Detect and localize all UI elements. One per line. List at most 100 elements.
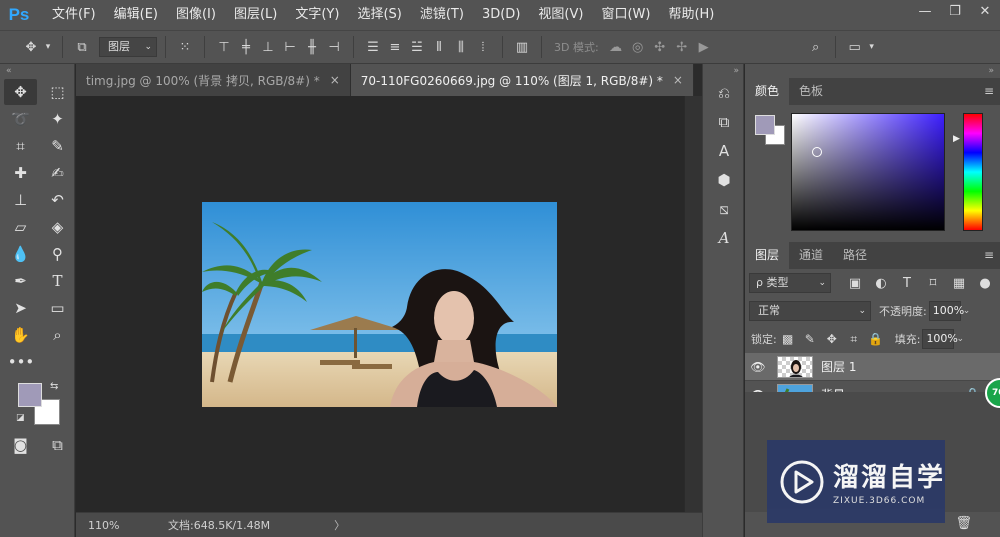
history-brush-tool-icon[interactable]: ↶ <box>41 187 74 213</box>
crop-tool-icon[interactable]: ⌗ <box>4 133 37 159</box>
collapse-right-panels-icon[interactable]: » <box>745 64 1000 78</box>
menu-layer[interactable]: 图层(L) <box>225 0 286 30</box>
lock-position-icon[interactable]: ✥ <box>821 329 843 349</box>
3d-roll-icon[interactable]: ◎ <box>627 36 649 58</box>
menu-select[interactable]: 选择(S) <box>348 0 410 30</box>
menu-edit[interactable]: 编辑(E) <box>105 0 167 30</box>
transform-controls-icon[interactable]: ⁙ <box>174 36 196 58</box>
menu-3d[interactable]: 3D(D) <box>473 0 529 30</box>
quick-mask-icon[interactable]: ◙ <box>4 432 37 458</box>
search-icon[interactable]: ⌕ <box>805 36 827 58</box>
kind-filter-dropdown[interactable]: ρ 类型 ⌄ <box>749 273 831 293</box>
restore-button[interactable]: ❐ <box>940 0 970 22</box>
lock-pixels-icon[interactable]: ✎ <box>799 329 821 349</box>
filter-smart-object-icon[interactable]: ▦ <box>947 273 971 293</box>
3d-camera-icon[interactable]: ▶ <box>693 36 715 58</box>
align-left-icon[interactable]: ⊢ <box>279 36 301 58</box>
marquee-tool-icon[interactable]: ⬚ <box>41 79 74 105</box>
distribute-left-icon[interactable]: ⦀ <box>428 36 450 58</box>
lock-all-icon[interactable]: 🔒 <box>865 329 887 349</box>
lock-artboard-icon[interactable]: ⌗ <box>843 329 865 349</box>
menu-image[interactable]: 图像(I) <box>167 0 225 30</box>
hand-tool-icon[interactable]: ✋ <box>4 322 37 348</box>
pen-tool-icon[interactable]: ✒ <box>4 268 37 294</box>
distribute-hcenter-icon[interactable]: ⫼ <box>450 36 472 58</box>
tab-layers[interactable]: 图层 <box>745 242 790 269</box>
trash-icon[interactable]: 🗑 <box>955 516 972 531</box>
healing-brush-tool-icon[interactable]: ✚ <box>4 160 37 186</box>
layer-row-layer-1[interactable]: 👁 图层 1 <box>745 353 1000 381</box>
foreground-color-swatch[interactable] <box>18 383 42 407</box>
blend-mode-dropdown[interactable]: 正常 ⌄ <box>749 301 871 321</box>
color-picker-marker[interactable] <box>812 147 822 157</box>
paint-bucket-tool-icon[interactable]: ◈ <box>41 214 74 240</box>
3d-slide-icon[interactable]: ✢ <box>671 36 693 58</box>
workspace-icon[interactable]: ▭ <box>844 36 866 58</box>
close-icon[interactable]: × <box>673 73 683 87</box>
move-tool-icon[interactable]: ✥ <box>4 78 37 105</box>
move-tool-icon[interactable]: ✥ <box>20 36 42 58</box>
paths-panel-icon[interactable]: ⧅ <box>703 194 745 223</box>
default-colors-icon[interactable]: ◪ <box>16 413 25 423</box>
filter-adjustment-icon[interactable]: ◐ <box>869 273 893 293</box>
distribute-top-icon[interactable]: ☰ <box>362 36 384 58</box>
swap-colors-icon[interactable]: ⇆ <box>50 381 58 392</box>
collapse-panel-icon[interactable]: « <box>0 64 74 78</box>
filter-type-icon[interactable]: T <box>895 273 919 293</box>
eyedropper-tool-icon[interactable]: ✎ <box>41 133 74 159</box>
close-icon[interactable]: × <box>330 73 340 87</box>
hue-slider[interactable] <box>963 113 983 231</box>
auto-select-target-dropdown[interactable]: 图层 ⌄ <box>99 37 157 57</box>
auto-align-icon[interactable]: ▥ <box>511 36 533 58</box>
filter-pixel-icon[interactable]: ▣ <box>843 273 867 293</box>
character-panel-icon[interactable]: A <box>703 136 745 165</box>
canvas-area[interactable] <box>76 96 684 512</box>
close-button[interactable]: ✕ <box>970 0 1000 22</box>
menu-help[interactable]: 帮助(H) <box>659 0 723 30</box>
collapse-dock-icon[interactable]: » <box>703 64 743 78</box>
fill-arrow-icon[interactable]: ⌄ <box>956 334 964 344</box>
magic-wand-tool-icon[interactable]: ✦ <box>41 106 74 132</box>
distribute-right-icon[interactable]: ⦙ <box>472 36 494 58</box>
filter-toggle-icon[interactable]: ● <box>973 273 997 293</box>
zoom-level[interactable]: 110% <box>76 519 140 532</box>
clone-stamp-tool-icon[interactable]: ⊥ <box>4 187 37 213</box>
menu-file[interactable]: 文件(F) <box>43 0 105 30</box>
status-menu-arrow-icon[interactable]: 〉 <box>334 517 345 533</box>
distribute-bottom-icon[interactable]: ☱ <box>406 36 428 58</box>
panel-menu-icon[interactable]: ≡ <box>984 84 994 98</box>
3d-pan-icon[interactable]: ✣ <box>649 36 671 58</box>
foreground-color-swatch[interactable] <box>755 115 775 135</box>
menu-type[interactable]: 文字(Y) <box>286 0 348 30</box>
minimize-button[interactable]: — <box>910 0 940 22</box>
lasso-tool-icon[interactable]: ➰ <box>4 106 37 132</box>
tool-preset-chevron-icon[interactable]: ▾ <box>42 36 54 58</box>
tab-channels[interactable]: 通道 <box>789 242 833 269</box>
path-selection-tool-icon[interactable]: ➤ <box>4 295 37 321</box>
eye-icon[interactable]: 👁 <box>745 360 771 374</box>
glyphs-panel-icon[interactable]: A <box>703 223 745 252</box>
tab-color[interactable]: 颜色 <box>745 78 790 105</box>
distribute-vcenter-icon[interactable]: ≡ <box>384 36 406 58</box>
zoom-tool-icon[interactable]: ⌕ <box>41 322 74 348</box>
filter-shape-icon[interactable]: ⌑ <box>921 273 945 293</box>
opacity-arrow-icon[interactable]: ⌄ <box>963 306 971 316</box>
3d-panel-icon[interactable]: ⬢ <box>703 165 745 194</box>
menu-filter[interactable]: 滤镜(T) <box>411 0 473 30</box>
opacity-input[interactable]: 100% <box>928 301 964 321</box>
3d-rotate-icon[interactable]: ☁ <box>605 36 627 58</box>
align-vcenter-icon[interactable]: ╪ <box>235 36 257 58</box>
workspace-chevron-icon[interactable]: ▾ <box>866 36 878 58</box>
lock-transparency-icon[interactable]: ▩ <box>777 329 799 349</box>
blur-tool-icon[interactable]: 💧 <box>4 241 37 267</box>
rectangle-tool-icon[interactable]: ▭ <box>41 295 74 321</box>
properties-panel-icon[interactable]: ⧉ <box>703 107 745 136</box>
eraser-tool-icon[interactable]: ▱ <box>4 214 37 240</box>
tab-paths[interactable]: 路径 <box>833 242 877 269</box>
align-hcenter-icon[interactable]: ╫ <box>301 36 323 58</box>
saturation-value-field[interactable] <box>791 113 945 231</box>
type-tool-icon[interactable]: T <box>41 268 74 294</box>
menu-window[interactable]: 窗口(W) <box>592 0 659 30</box>
history-panel-icon[interactable]: ⎌ <box>703 78 745 107</box>
align-bottom-icon[interactable]: ⊥ <box>257 36 279 58</box>
